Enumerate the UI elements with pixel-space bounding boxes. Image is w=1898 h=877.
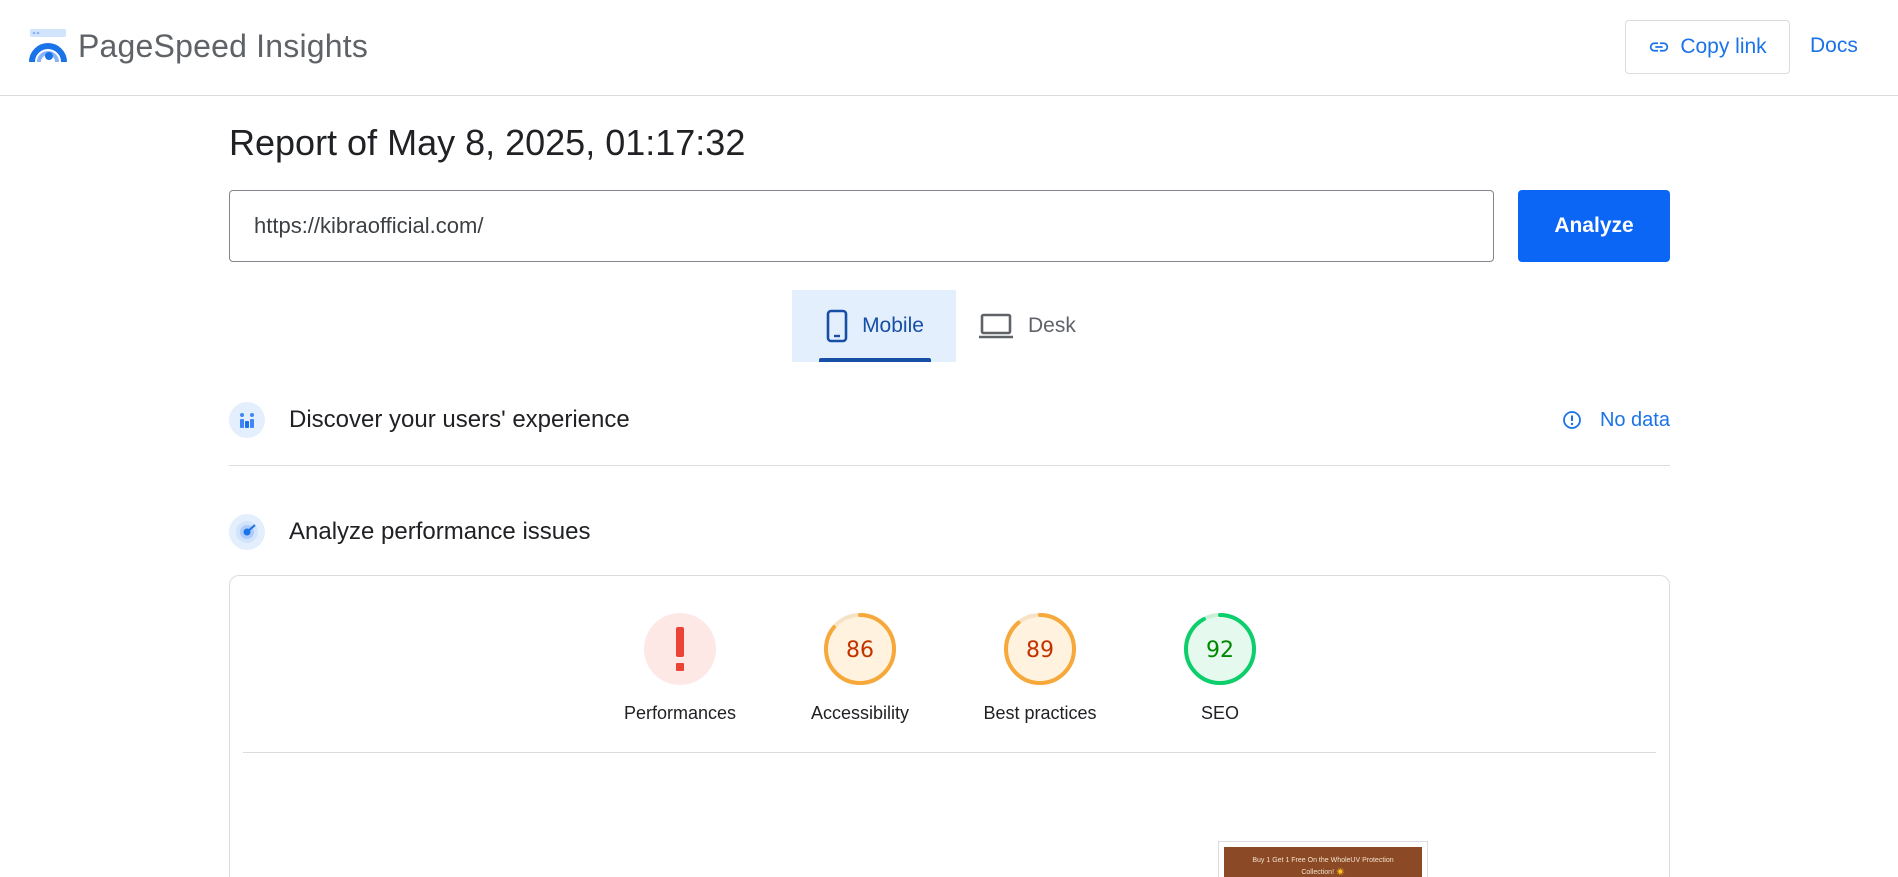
no-data-indicator[interactable]: No data <box>1562 409 1670 432</box>
performance-gauge[interactable]: Performances <box>600 611 760 724</box>
report-title: Report of May 8, 2025, 01:17:32 <box>229 122 746 163</box>
analyze-button[interactable]: Analyze <box>1518 190 1670 262</box>
thumbnail-text-2: Collection! ☀️ <box>1301 869 1345 876</box>
seo-score-ring: 92 <box>1184 613 1256 685</box>
tab-desktop[interactable]: Desk <box>978 290 1098 362</box>
section-divider <box>229 465 1670 466</box>
pagespeed-logo-icon <box>29 29 67 63</box>
accessibility-score: 86 <box>846 638 874 663</box>
best-practices-score: 89 <box>1026 638 1054 663</box>
copy-link-label: Copy link <box>1680 35 1767 58</box>
top-bar: PageSpeed Insights Copy link Docs <box>0 0 1898 96</box>
best-practices-gauge[interactable]: 89 Best practices <box>960 611 1120 724</box>
tab-mobile[interactable]: Mobile <box>792 290 956 362</box>
performance-section: Analyze performance issues <box>229 502 1670 562</box>
accessibility-gauge[interactable]: 86 Accessibility <box>780 611 940 724</box>
best-practices-score-ring: 89 <box>1004 613 1076 685</box>
seo-score: 92 <box>1206 638 1234 663</box>
link-icon <box>1650 42 1669 52</box>
radar-icon <box>229 514 265 550</box>
users-experience-title: Discover your users' experience <box>289 406 630 433</box>
info-icon <box>1563 411 1581 429</box>
app-title: PageSpeed Insights <box>78 27 369 64</box>
thumbnail-banner: Buy 1 Get 1 Free On the WholeUV Protecti… <box>1224 847 1422 877</box>
error-icon <box>644 613 716 685</box>
score-card: Performances 86 Accessibility 89 Best pr… <box>229 575 1670 877</box>
card-divider <box>243 752 1656 753</box>
user-experience-icon <box>229 402 265 438</box>
url-input[interactable] <box>229 190 1494 262</box>
page-screenshot-thumbnail[interactable]: Buy 1 Get 1 Free On the WholeUV Protecti… <box>1218 841 1428 877</box>
brand[interactable]: PageSpeed Insights <box>28 26 368 66</box>
docs-link[interactable]: Docs <box>1810 34 1858 58</box>
users-experience-section: Discover your users' experience No data <box>229 390 1670 450</box>
seo-label: SEO <box>1200 703 1239 723</box>
active-tab-indicator <box>819 358 931 362</box>
performance-label: Performances <box>623 703 737 723</box>
thumbnail-text-1: Buy 1 Get 1 Free On the WholeUV Protecti… <box>1252 857 1394 864</box>
accessibility-label: Accessibility <box>810 703 910 723</box>
laptop-icon <box>979 313 1013 339</box>
tab-mobile-label: Mobile <box>862 314 924 337</box>
phone-icon <box>826 309 848 343</box>
accessibility-score-ring: 86 <box>824 613 896 685</box>
no-data-label: No data <box>1599 408 1670 431</box>
seo-gauge[interactable]: 92 SEO <box>1140 611 1300 724</box>
best-practices-label: Best practices <box>983 703 1097 723</box>
copy-link-button[interactable]: Copy link <box>1625 20 1790 74</box>
tab-desktop-label: Desk <box>1028 314 1076 337</box>
performance-title: Analyze performance issues <box>289 518 591 545</box>
